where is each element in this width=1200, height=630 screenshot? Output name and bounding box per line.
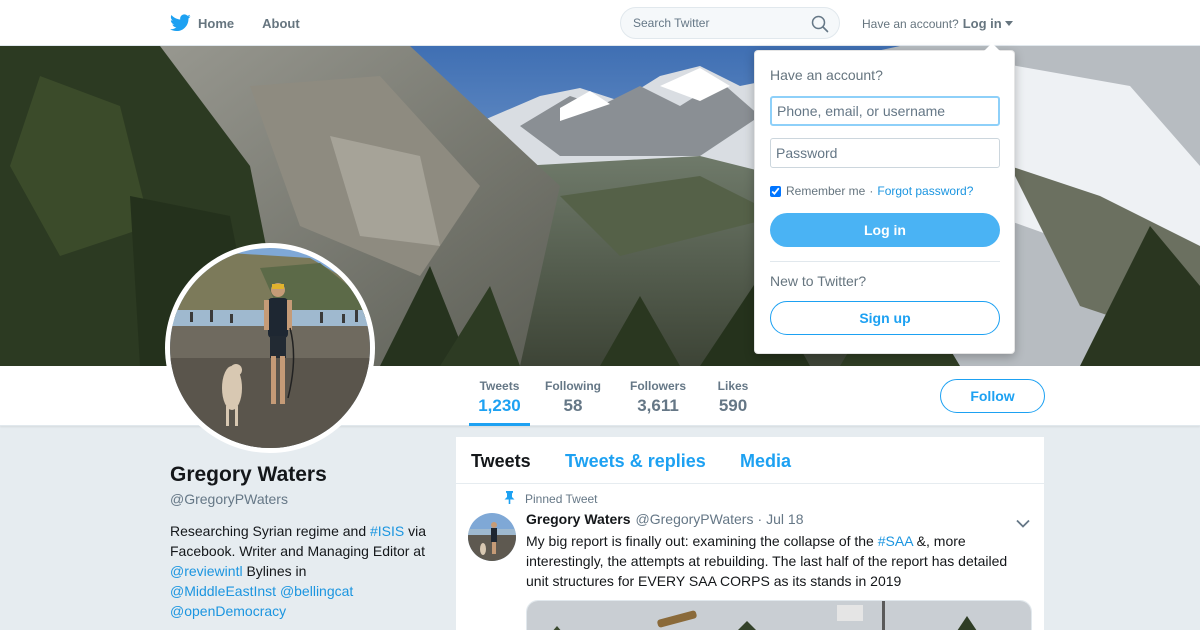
twitter-bird-icon — [170, 14, 191, 32]
tweet-author-handle[interactable]: @GregoryPWaters — [636, 511, 754, 527]
login-button[interactable]: Log in — [770, 213, 1000, 247]
tab-tweets-replies[interactable]: Tweets & replies — [565, 451, 706, 472]
profile-bio: Researching Syrian regime and #ISIS via … — [170, 521, 438, 621]
search-icon[interactable] — [811, 15, 829, 38]
login-menu-label: Log in — [962, 16, 1002, 31]
tweet-header: Gregory Waters @GregoryPWaters · Jul 18 — [526, 511, 804, 527]
stat-following-value: 58 — [563, 396, 583, 415]
remember-me-label[interactable]: Remember me — [786, 184, 865, 198]
stat-tweets-value: 1,230 — [478, 396, 521, 415]
hashtag-link[interactable]: #ISIS — [370, 523, 404, 539]
search-input[interactable] — [633, 16, 803, 30]
timeline-tabs: Tweets Tweets & replies Media — [456, 437, 1044, 484]
login-menu-toggle[interactable]: Log in — [963, 16, 1013, 31]
tweet-text-part: My big report is finally out: examining … — [526, 533, 878, 549]
tweet-text: My big report is finally out: examining … — [526, 531, 1031, 591]
dropdown-title: Have an account? — [770, 67, 883, 83]
tweet-media-image[interactable] — [526, 600, 1032, 630]
username-field[interactable] — [770, 96, 1000, 126]
mention-link[interactable]: @reviewintl — [170, 563, 243, 579]
tweet-avatar[interactable] — [468, 513, 516, 561]
remember-separator: · — [869, 184, 874, 198]
nav-home-link[interactable]: Home — [170, 14, 234, 32]
stat-tweets[interactable]: Tweets 1,230 — [469, 366, 530, 426]
search-box[interactable] — [620, 7, 840, 39]
login-dropdown: Have an account? Remember me · Forgot pa… — [754, 43, 1015, 354]
dropdown-divider — [770, 261, 1000, 262]
nav-home-label: Home — [198, 15, 235, 31]
remember-row: Remember me · Forgot password? — [770, 184, 973, 198]
tweet-separator: · — [757, 511, 763, 527]
bio-text: Researching Syrian regime and — [170, 523, 370, 539]
stat-likes-label: Likes — [717, 379, 749, 393]
password-field[interactable] — [770, 138, 1000, 168]
stat-followers-label: Followers — [629, 379, 686, 393]
stat-followers[interactable]: Followers 3,611 — [627, 366, 689, 426]
stat-tweets-label: Tweets — [479, 379, 520, 393]
pinned-text: Pinned Tweet — [525, 492, 598, 506]
account-prompt: Have an account? Log in — [862, 16, 1013, 31]
have-account-text: Have an account? — [862, 16, 959, 31]
mention-link[interactable]: @MiddleEastInst — [170, 583, 276, 599]
stat-likes-value: 590 — [718, 396, 748, 415]
profile-avatar[interactable] — [165, 243, 375, 453]
stat-following-label: Following — [545, 379, 601, 393]
hashtag-link[interactable]: #SAA — [878, 533, 913, 549]
pin-icon — [504, 491, 515, 507]
top-nav-bar: Home About Have an account? Log in — [0, 0, 1200, 46]
bio-text: Bylines in — [242, 563, 307, 579]
timeline: Tweets Tweets & replies Media Pinned Twe… — [456, 437, 1044, 630]
remember-me-checkbox[interactable] — [770, 185, 781, 197]
signup-button[interactable]: Sign up — [770, 301, 1000, 335]
stat-followers-value: 3,611 — [637, 396, 679, 415]
mention-link[interactable]: @bellingcat — [280, 583, 353, 599]
tweet-author-name[interactable]: Gregory Waters — [526, 511, 631, 527]
forgot-password-link[interactable]: Forgot password? — [877, 184, 973, 198]
tweet-date[interactable]: Jul 18 — [766, 511, 803, 527]
caret-down-icon — [1004, 21, 1013, 26]
profile-handle[interactable]: @GregoryPWaters — [170, 491, 288, 507]
tab-media[interactable]: Media — [740, 451, 791, 472]
mention-link[interactable]: @openDemocracy — [170, 603, 286, 619]
nav-links: Home About — [170, 0, 328, 46]
stat-likes[interactable]: Likes 590 — [713, 366, 753, 426]
stat-following[interactable]: Following 58 — [543, 366, 603, 426]
tab-tweets[interactable]: Tweets — [471, 451, 531, 472]
pinned-tweet-label: Pinned Tweet — [504, 491, 598, 507]
nav-about-link[interactable]: About — [262, 16, 300, 31]
follow-button[interactable]: Follow — [940, 379, 1045, 413]
new-to-twitter-text: New to Twitter? — [770, 273, 867, 289]
profile-name[interactable]: Gregory Waters — [170, 463, 327, 487]
